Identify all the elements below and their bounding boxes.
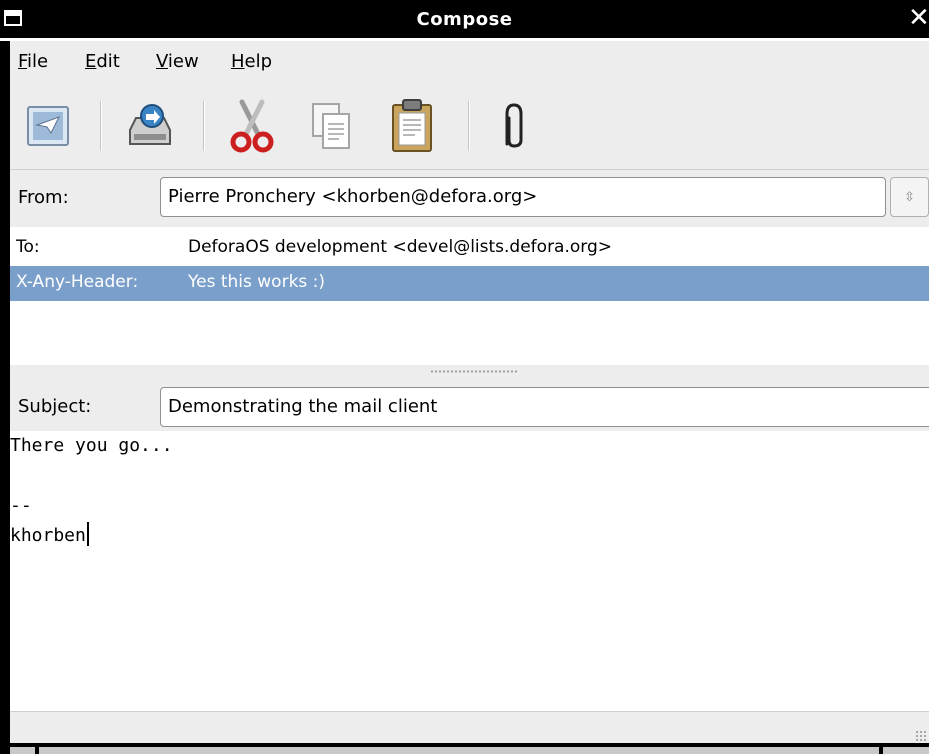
menu-view-mnemonic: V (156, 51, 168, 72)
subject-value: Demonstrating the mail client (168, 396, 438, 417)
window-title: Compose (416, 9, 513, 30)
send-icon (27, 106, 69, 146)
close-button[interactable]: ✕ (908, 5, 929, 31)
title-bar: Compose ✕ (0, 0, 929, 41)
header-value: DeforaOS development <devel@lists.defora… (188, 237, 613, 257)
body-line-cursor: khorben (10, 521, 929, 551)
send-button[interactable] (18, 95, 78, 157)
body-line: There you go... (10, 435, 173, 456)
subject-row: Subject: Demonstrating the mail client (10, 379, 929, 431)
header-value: Yes this works :) (188, 272, 326, 292)
status-bar (10, 711, 929, 744)
text-cursor (86, 522, 89, 546)
cut-icon (230, 99, 274, 153)
header-row-to[interactable]: To: DeforaOS development <devel@lists.de… (10, 231, 929, 266)
toolbar-separator (100, 101, 102, 151)
menu-edit-mnemonic: E (85, 51, 97, 72)
subject-label: Subject: (18, 396, 92, 417)
compose-window: File Edit View Help From: Pierre Pronche… (10, 41, 929, 754)
message-body[interactable]: There you go... -- khorben (10, 431, 929, 711)
from-row: From: Pierre Pronchery <khorben@defora.o… (10, 171, 929, 225)
toolbar (10, 85, 929, 170)
body-line: khorben (10, 525, 86, 546)
body-line: -- (10, 495, 32, 516)
menu-help-mnemonic: H (231, 51, 245, 72)
menu-edit[interactable]: Edit (85, 51, 120, 72)
toolbar-separator (468, 101, 470, 151)
from-label: From: (18, 187, 69, 208)
pane-resize-handle[interactable] (10, 365, 929, 379)
menu-file-label: ile (27, 51, 49, 72)
menu-help[interactable]: Help (231, 51, 272, 72)
paste-icon (392, 99, 432, 152)
attach-button[interactable] (484, 95, 544, 157)
from-dropdown-icon[interactable]: ⇳ (890, 177, 929, 217)
header-name: X-Any-Header: (16, 272, 139, 292)
menu-view[interactable]: View (156, 51, 199, 72)
resize-grip-icon[interactable] (915, 730, 927, 742)
headers-list[interactable]: To: DeforaOS development <devel@lists.de… (10, 227, 929, 365)
save-icon (129, 104, 171, 145)
menu-file[interactable]: File (18, 51, 48, 72)
copy-icon (312, 103, 350, 149)
attach-icon (505, 103, 523, 148)
menu-edit-label: dit (96, 51, 120, 72)
header-row-x-any-header[interactable]: X-Any-Header: Yes this works :) (10, 266, 929, 301)
menu-bar: File Edit View Help (10, 41, 929, 85)
taskbar-segment (10, 747, 35, 754)
toolbar-separator (203, 101, 205, 151)
from-value: Pierre Pronchery <khorben@defora.org> (168, 186, 538, 207)
save-button[interactable] (120, 95, 180, 157)
paste-button[interactable] (382, 95, 442, 157)
taskbar-segment (39, 747, 879, 754)
menu-help-label: elp (244, 51, 273, 72)
from-combo[interactable]: Pierre Pronchery <khorben@defora.org> (160, 177, 886, 217)
body-line (10, 461, 929, 491)
cut-button[interactable] (222, 95, 282, 157)
copy-button[interactable] (302, 95, 362, 157)
grip-dots (430, 370, 518, 373)
taskbar-edge (10, 743, 929, 754)
menu-view-label: iew (167, 51, 199, 72)
taskbar-segment (883, 747, 929, 754)
menu-file-mnemonic: F (18, 51, 28, 72)
header-name: To: (16, 237, 40, 257)
subject-field[interactable]: Demonstrating the mail client (160, 387, 929, 427)
